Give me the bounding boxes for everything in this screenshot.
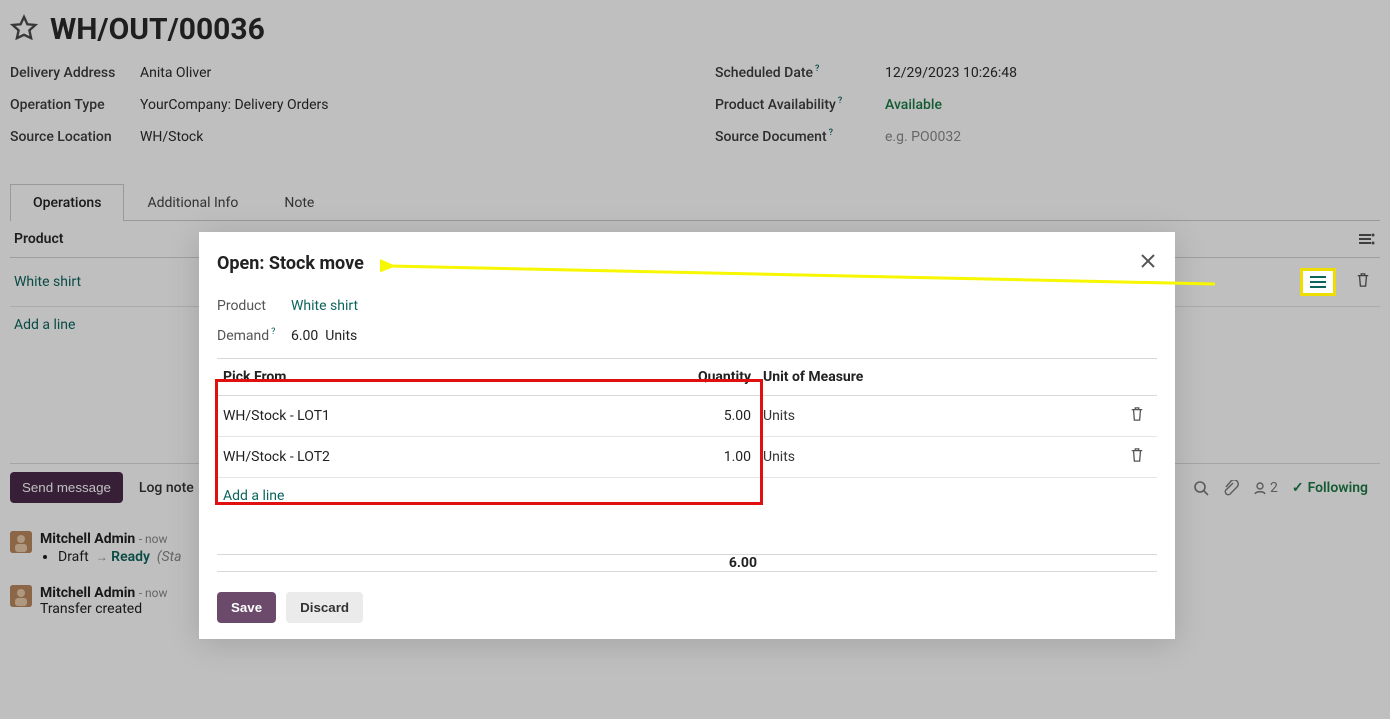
value-source-document[interactable]: e.g. PO0032 — [885, 129, 961, 145]
stock-move-modal: Open: Stock move Product White shirt Dem… — [199, 232, 1175, 639]
label-scheduled-date: Scheduled Date — [715, 65, 845, 81]
modal-title: Open: Stock move — [217, 253, 364, 274]
value-source-location[interactable]: WH/Stock — [140, 129, 203, 145]
lot-row[interactable]: WH/Stock - LOT1 5.00 Units — [217, 396, 1157, 437]
close-icon[interactable] — [1139, 252, 1157, 274]
value-scheduled-date[interactable]: 12/29/2023 10:26:48 — [885, 65, 1017, 81]
col-header-uom: Unit of Measure — [757, 359, 1117, 395]
tab-operations[interactable]: Operations — [10, 184, 124, 221]
delete-lot-icon[interactable] — [1130, 410, 1144, 426]
page-title: WH/OUT/00036 — [50, 12, 265, 47]
value-delivery-address[interactable]: Anita Oliver — [140, 65, 211, 81]
lot-total-qty: 6.00 — [687, 555, 757, 571]
avatar — [10, 585, 32, 607]
send-message-button[interactable]: Send message — [10, 472, 123, 503]
value-product-availability: Available — [885, 97, 942, 113]
following-button[interactable]: Following — [1292, 480, 1368, 496]
arrow-right-icon: → — [96, 550, 108, 564]
lot-row[interactable]: WH/Stock - LOT2 1.00 Units — [217, 437, 1157, 478]
attachment-icon[interactable] — [1223, 480, 1239, 496]
msg-author: Mitchell Admin — [40, 531, 135, 547]
product-row-link[interactable]: White shirt — [14, 274, 81, 290]
tab-note[interactable]: Note — [261, 184, 337, 221]
avatar — [10, 531, 32, 553]
modal-product-label: Product — [217, 298, 291, 314]
discard-button[interactable]: Discard — [286, 592, 363, 623]
save-button[interactable]: Save — [217, 592, 276, 623]
msg-author: Mitchell Admin — [40, 585, 135, 601]
label-operation-type: Operation Type — [10, 97, 140, 113]
col-header-product: Product — [14, 231, 63, 247]
log-note-button[interactable]: Log note — [133, 480, 200, 496]
detailed-operations-icon[interactable] — [1300, 268, 1336, 296]
search-icon[interactable] — [1193, 480, 1209, 496]
followers-count[interactable]: 2 — [1253, 480, 1278, 496]
label-source-location: Source Location — [10, 129, 140, 145]
label-source-document: Source Document — [715, 129, 845, 145]
settings-icon[interactable] — [1358, 232, 1376, 246]
label-product-availability: Product Availability — [715, 97, 855, 113]
value-operation-type[interactable]: YourCompany: Delivery Orders — [140, 97, 329, 113]
modal-demand-label: Demand — [217, 328, 291, 344]
col-header-quantity: Quantity — [687, 359, 757, 395]
label-delivery-address: Delivery Address — [10, 65, 140, 81]
add-lot-line[interactable]: Add a line — [223, 488, 284, 504]
modal-product-value[interactable]: White shirt — [291, 298, 358, 314]
delete-lot-icon[interactable] — [1130, 451, 1144, 467]
add-product-line[interactable]: Add a line — [14, 317, 75, 333]
favorite-star-icon[interactable] — [10, 14, 38, 46]
delete-row-icon[interactable] — [1356, 272, 1370, 292]
col-header-pick-from: Pick From — [217, 359, 687, 395]
tab-additional-info[interactable]: Additional Info — [124, 184, 261, 221]
